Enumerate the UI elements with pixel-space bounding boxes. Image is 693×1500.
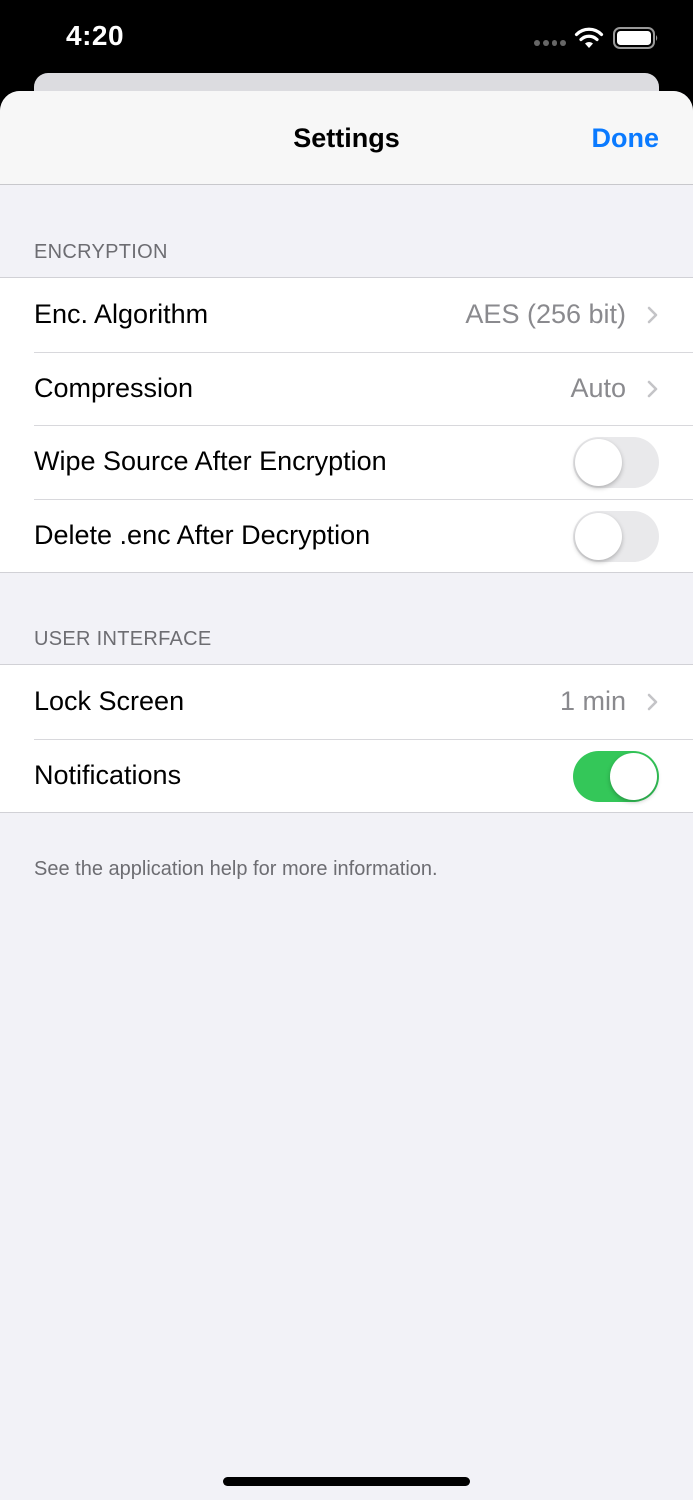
toggle-knob (575, 512, 622, 560)
done-button[interactable]: Done (592, 91, 660, 185)
row-value: AES (256 bit) (465, 299, 626, 329)
row-label: Compression (34, 372, 194, 403)
chevron-right-icon (647, 380, 658, 397)
user-interface-group: Lock Screen 1 min Notifications (0, 664, 693, 813)
row-compression[interactable]: Compression Auto (0, 351, 693, 426)
row-notifications: Notifications (0, 738, 693, 813)
row-label: Enc. Algorithm (34, 299, 209, 329)
toggle-knob (610, 752, 657, 800)
row-delete-enc: Delete .enc After Decryption (0, 498, 693, 573)
signal-icon (534, 40, 566, 48)
wipe-source-toggle[interactable] (573, 437, 659, 488)
delete-enc-toggle[interactable] (573, 510, 659, 562)
wifi-icon (574, 27, 604, 48)
row-value: 1 min (559, 686, 626, 716)
row-label: Lock Screen (34, 686, 185, 716)
row-enc-algorithm[interactable]: Enc. Algorithm AES (256 bit) (0, 278, 693, 352)
section-header-user-interface: USER INTERFACE (34, 628, 212, 650)
home-indicator[interactable] (223, 1477, 470, 1486)
page-title: Settings (293, 123, 400, 153)
row-label: Notifications (34, 759, 182, 790)
navigation-bar: Settings Done (0, 91, 693, 185)
encryption-group: Enc. Algorithm AES (256 bit) Compression… (0, 277, 693, 573)
row-label: Wipe Source After Encryption (34, 446, 387, 476)
notifications-toggle[interactable] (573, 750, 659, 802)
toggle-knob (575, 439, 622, 486)
settings-sheet: Settings Done ENCRYPTION Enc. Algorithm … (0, 91, 693, 1500)
section-header-encryption: ENCRYPTION (34, 241, 168, 263)
status-time: 4:20 (66, 20, 125, 51)
row-wipe-source: Wipe Source After Encryption (0, 425, 693, 499)
status-bar: 4:20 (0, 0, 693, 80)
footer-note: See the application help for more inform… (34, 858, 438, 880)
row-value: Auto (570, 372, 626, 403)
chevron-right-icon (647, 306, 658, 324)
row-label: Delete .enc After Decryption (34, 519, 371, 550)
row-lock-screen[interactable]: Lock Screen 1 min (0, 665, 693, 739)
chevron-right-icon (647, 693, 658, 711)
battery-icon (613, 27, 658, 49)
